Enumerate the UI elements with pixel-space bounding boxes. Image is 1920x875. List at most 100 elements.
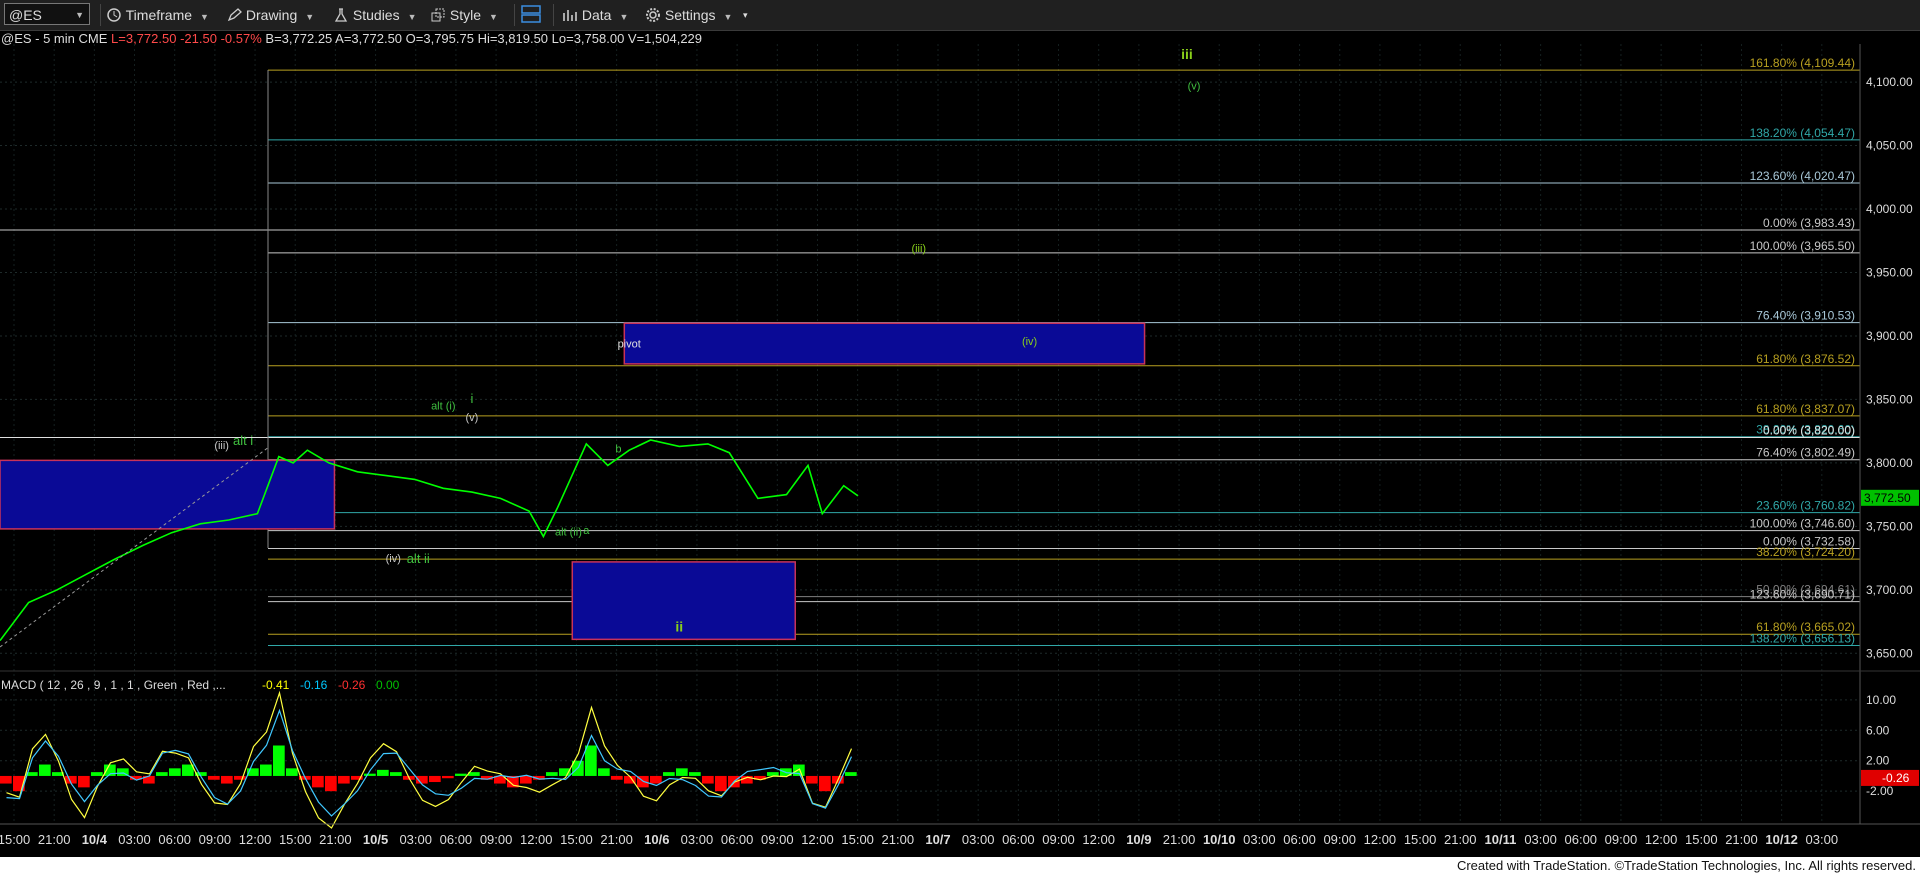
wave-label: (iii) bbox=[911, 243, 926, 255]
wave-label: alt ii bbox=[407, 551, 430, 566]
time-tick: 06:00 bbox=[1565, 832, 1598, 847]
copyright-text: Created with TradeStation. ©TradeStation… bbox=[1456, 858, 1916, 873]
wave-label: ii bbox=[675, 619, 683, 635]
macd-histogram-bar bbox=[611, 775, 623, 780]
price-tick: 3,650.00 bbox=[1866, 646, 1913, 660]
clock-icon bbox=[107, 8, 121, 22]
macd-histogram-bar bbox=[819, 775, 831, 792]
time-tick: 12:00 bbox=[801, 832, 834, 847]
macd-label: MACD ( 12 , 26 , 9 , 1 , 1 , Green , Red… bbox=[1, 678, 226, 692]
target-box bbox=[571, 561, 796, 641]
price-tick: 4,050.00 bbox=[1866, 139, 1913, 153]
macd-tick: -2.00 bbox=[1866, 784, 1894, 798]
price-tick: 3,900.00 bbox=[1866, 329, 1913, 343]
time-tick: 15:00 bbox=[279, 832, 312, 847]
time-tick: 06:00 bbox=[721, 832, 754, 847]
macd-histogram-bar bbox=[364, 773, 376, 776]
layout-button[interactable] bbox=[520, 4, 542, 26]
pencil-icon bbox=[227, 8, 242, 22]
macd-tick: 10.00 bbox=[1866, 693, 1896, 707]
macd-histogram-bar bbox=[598, 768, 610, 776]
macd-histogram-bar bbox=[546, 772, 558, 776]
settings-menu[interactable]: Settings ▼ bbox=[645, 4, 732, 26]
macd-histogram-bar bbox=[286, 768, 298, 776]
price-tick: 3,950.00 bbox=[1866, 265, 1913, 279]
wave-label: iii bbox=[1181, 46, 1193, 62]
time-tick: 06:00 bbox=[1283, 832, 1316, 847]
wave-label: (iv) bbox=[386, 553, 401, 565]
time-tick: 21:00 bbox=[1444, 832, 1477, 847]
price-tick: 3,750.00 bbox=[1866, 519, 1913, 533]
time-tick: 21:00 bbox=[882, 832, 915, 847]
gear-icon bbox=[646, 8, 660, 22]
symbol-value: @ES bbox=[9, 7, 42, 23]
style-icon bbox=[431, 8, 445, 22]
time-tick: 10/5 bbox=[363, 832, 388, 847]
macd-histogram-bar bbox=[390, 772, 402, 776]
time-tick: 03:00 bbox=[962, 832, 995, 847]
macd-tick: 2.00 bbox=[1866, 754, 1890, 768]
toolbar-divider bbox=[514, 4, 515, 26]
wave-label: (v) bbox=[1188, 81, 1201, 93]
macd-histogram-bar bbox=[455, 773, 467, 776]
style-menu[interactable]: Style ▼ bbox=[430, 4, 498, 26]
time-tick: 10/9 bbox=[1126, 832, 1151, 847]
macd-value: -0.26 bbox=[338, 678, 366, 692]
chart-grid bbox=[0, 44, 1860, 824]
timeframe-label: Timeframe bbox=[125, 7, 193, 23]
time-tick: 10/10 bbox=[1203, 832, 1236, 847]
wave-label: pivot bbox=[618, 338, 641, 350]
data-menu[interactable]: Data ▼ bbox=[562, 4, 628, 26]
price-tick: 3,850.00 bbox=[1866, 392, 1913, 406]
wave-label: i bbox=[470, 391, 473, 406]
macd-histogram-bar bbox=[312, 775, 324, 788]
timeframe-menu[interactable]: Timeframe ▼ bbox=[106, 4, 209, 26]
macd-last-label: -0.26 bbox=[1882, 771, 1910, 785]
toolbar-divider bbox=[553, 4, 554, 26]
time-axis: 15:00 21:00 10/4 03:00 06:00 09:00 12:00 15:00 2… bbox=[0, 823, 1920, 847]
toolbar-overflow-icon[interactable]: ▾ bbox=[743, 4, 748, 26]
signal-line bbox=[6, 708, 853, 817]
time-tick: 03:00 bbox=[681, 832, 714, 847]
macd-value: 0.00 bbox=[376, 678, 400, 692]
time-tick: 03:00 bbox=[1243, 832, 1276, 847]
macd-value: -0.16 bbox=[300, 678, 328, 692]
time-tick: 03:00 bbox=[118, 832, 151, 847]
drawing-menu[interactable]: Drawing ▼ bbox=[226, 4, 314, 26]
toolbar-divider bbox=[100, 4, 101, 26]
macd-histogram-bar bbox=[91, 772, 103, 776]
time-tick: 09:00 bbox=[1323, 832, 1356, 847]
studies-menu[interactable]: Studies ▼ bbox=[333, 4, 417, 26]
price-tick: 4,000.00 bbox=[1866, 202, 1913, 216]
macd-histogram-bar bbox=[221, 775, 233, 784]
macd-histogram-bar bbox=[260, 764, 272, 776]
fib-label: 76.40% (3,910.53) bbox=[1756, 309, 1855, 323]
macd-histogram-bar bbox=[767, 772, 779, 776]
time-tick: 09:00 bbox=[1042, 832, 1075, 847]
drawing-label: Drawing bbox=[245, 7, 298, 23]
macd-panel: MACD ( 12 , 26 , 9 , 1 , 1 , Green , Red… bbox=[0, 670, 1920, 829]
macd-histogram-bar bbox=[715, 775, 727, 792]
time-tick: 06:00 bbox=[1002, 832, 1035, 847]
time-tick: 06:00 bbox=[440, 832, 473, 847]
fib-label: 161.80% (4,109.44) bbox=[1750, 56, 1855, 70]
data-label: Data bbox=[581, 7, 612, 23]
symbol-selector[interactable]: @ES ▼ bbox=[4, 3, 90, 25]
fib-label: 0.00% (3,820.00) bbox=[1763, 424, 1855, 438]
zone-boxes bbox=[0, 322, 1146, 641]
price-tick: 4,100.00 bbox=[1866, 75, 1913, 89]
price-chart[interactable]: 161.80% (4,109.44) 138.20% (4,054.47) 123.… bbox=[0, 44, 1920, 857]
time-tick: 21:00 bbox=[1725, 832, 1758, 847]
time-tick: 12:00 bbox=[239, 832, 272, 847]
macd-histogram-bar bbox=[0, 775, 12, 784]
macd-histogram-bar bbox=[325, 775, 337, 792]
price-axis: 4,100.00 4,050.00 4,000.00 3,950.00 3,900.00… bbox=[1859, 44, 1919, 824]
fib-label: 123.60% (3,690.71) bbox=[1750, 588, 1855, 602]
time-tick: 21:00 bbox=[38, 832, 71, 847]
macd-histogram-bar bbox=[338, 775, 350, 784]
flask-icon bbox=[334, 8, 348, 22]
bar-chart-icon bbox=[563, 10, 577, 21]
time-tick: 21:00 bbox=[1163, 832, 1196, 847]
time-tick: 09:00 bbox=[761, 832, 794, 847]
wave-label: alt (i) bbox=[431, 401, 455, 413]
